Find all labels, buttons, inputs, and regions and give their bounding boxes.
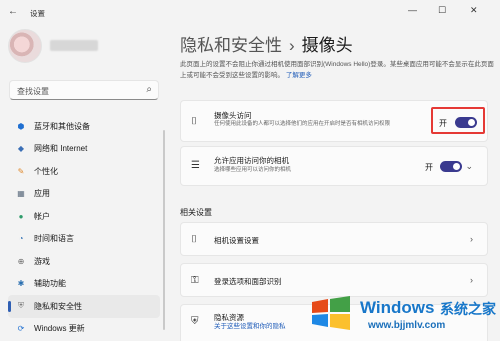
title-bar: ← 设置 — ☐ ✕ (0, 0, 500, 24)
highlight-annotation (431, 107, 485, 134)
sidebar-item-windows-update[interactable]: ⟳ Windows 更新 (8, 318, 160, 341)
watermark-url: www.bjjmlv.com (368, 320, 446, 331)
search-placeholder: 查找设置 (17, 87, 49, 96)
app-access-title: 允许应用访问你的相机 (214, 156, 289, 165)
close-icon[interactable]: ✕ (470, 5, 478, 16)
sidebar-item-personalization[interactable]: ✎ 个性化 (8, 160, 160, 183)
sidebar-item-label: 蓝牙和其他设备 (34, 121, 90, 131)
search-input[interactable]: 查找设置 ⌕ (9, 80, 159, 100)
sidebar-scrollbar[interactable] (163, 130, 165, 330)
windows-logo-icon (312, 296, 350, 330)
learn-more-link[interactable]: 了解更多 (286, 72, 312, 79)
camera-access-subtitle: 任何使用此设备的人都可以选择他们的应用在开启时是否有相机访问权限 (214, 121, 391, 127)
sidebar-item-label: 时间和语言 (34, 234, 74, 244)
avatar[interactable] (8, 29, 42, 63)
breadcrumb-parent[interactable]: 隐私和安全性 (180, 36, 282, 55)
sidebar-item-label: 辅助功能 (34, 279, 66, 289)
description-text: 此页面上的设置不会阻止你通过相机使用面部识别(Windows Hello)登录。… (180, 61, 494, 79)
username-redacted (50, 40, 98, 51)
app-access-card[interactable]: ☰ 允许应用访问你的相机 选择哪些应用可以访问你的相机 开 ⌄ (180, 146, 488, 186)
camera-icon: ⌷ (191, 116, 197, 127)
window-title: 设置 (30, 9, 45, 18)
minimize-icon[interactable]: — (408, 5, 417, 15)
related-camera-label: 相机设置设置 (214, 236, 259, 245)
accessibility-icon: ✱ (17, 279, 25, 289)
update-icon: ⟳ (17, 324, 25, 334)
list-icon: ☰ (191, 160, 200, 171)
key-icon: ⚿ (191, 275, 199, 286)
shield-icon: ⛨ (191, 316, 199, 327)
sidebar-item-label: Windows 更新 (34, 324, 85, 334)
sidebar-item-label: 个性化 (34, 166, 58, 176)
sidebar-item-label: 隐私和安全性 (34, 301, 82, 311)
related-settings-title: 相关设置 (180, 208, 212, 217)
sidebar-item-bluetooth[interactable]: ⬢ 蓝牙和其他设备 (8, 115, 160, 138)
sidebar-item-accounts[interactable]: ● 帐户 (8, 205, 160, 228)
sidebar-item-gaming[interactable]: ⊕ 游戏 (8, 250, 160, 273)
search-icon: ⌕ (146, 84, 152, 95)
page-description: 此页面上的设置不会阻止你通过相机使用面部识别(Windows Hello)登录。… (180, 59, 496, 81)
app-access-subtitle: 选择哪些应用可以访问你的相机 (214, 167, 292, 173)
back-arrow-icon[interactable]: ← (8, 6, 18, 17)
privacy-resources-title: 隐私资源 (214, 313, 244, 322)
globe-clock-icon: ◔ (18, 234, 24, 244)
sidebar-item-network[interactable]: ◆ 网络和 Internet (8, 138, 160, 161)
watermark-brand-cn: 系统之家 (440, 301, 496, 317)
gamepad-icon: ⊕ (17, 256, 25, 266)
sidebar-item-apps[interactable]: ▦ 应用 (8, 183, 160, 206)
app-access-toggle[interactable] (440, 161, 462, 172)
wifi-icon: ◆ (17, 144, 25, 154)
sidebar-item-label: 网络和 Internet (34, 144, 88, 154)
sidebar-item-privacy-security[interactable]: ⛨ 隐私和安全性 (8, 295, 160, 318)
sidebar-item-accessibility[interactable]: ✱ 辅助功能 (8, 273, 160, 296)
maximize-icon[interactable]: ☐ (438, 5, 446, 16)
chevron-down-icon[interactable]: ⌄ (465, 161, 473, 172)
app-access-toggle-label: 开 (425, 163, 433, 172)
related-signin-label: 登录选项和面部识别 (214, 277, 282, 286)
account-icon: ● (18, 211, 24, 221)
sidebar-nav: ⬢ 蓝牙和其他设备 ◆ 网络和 Internet ✎ 个性化 ▦ 应用 ● 帐户… (8, 115, 160, 340)
related-camera-settings[interactable]: ⌷ 相机设置设置 › (180, 222, 488, 256)
watermark-brand: Windows (360, 298, 435, 317)
page-title: 摄像头 (301, 36, 353, 55)
apps-icon: ▦ (17, 189, 25, 199)
breadcrumb: 隐私和安全性 › 摄像头 (180, 31, 353, 56)
chevron-right-icon: › (470, 234, 473, 244)
camera-icon: ⌷ (191, 234, 197, 245)
shield-icon: ⛨ (18, 301, 24, 311)
sidebar-item-label: 帐户 (34, 211, 50, 221)
brush-icon: ✎ (17, 166, 25, 176)
watermark: Windows 系统之家 www.bjjmlv.com (308, 292, 500, 341)
bluetooth-icon: ⬢ (17, 121, 25, 131)
sidebar-item-time-language[interactable]: ◔ 时间和语言 (8, 228, 160, 251)
sidebar-item-label: 游戏 (34, 256, 50, 266)
sidebar-item-label: 应用 (34, 189, 50, 199)
chevron-right-icon: › (470, 275, 473, 285)
breadcrumb-separator: › (289, 36, 295, 55)
